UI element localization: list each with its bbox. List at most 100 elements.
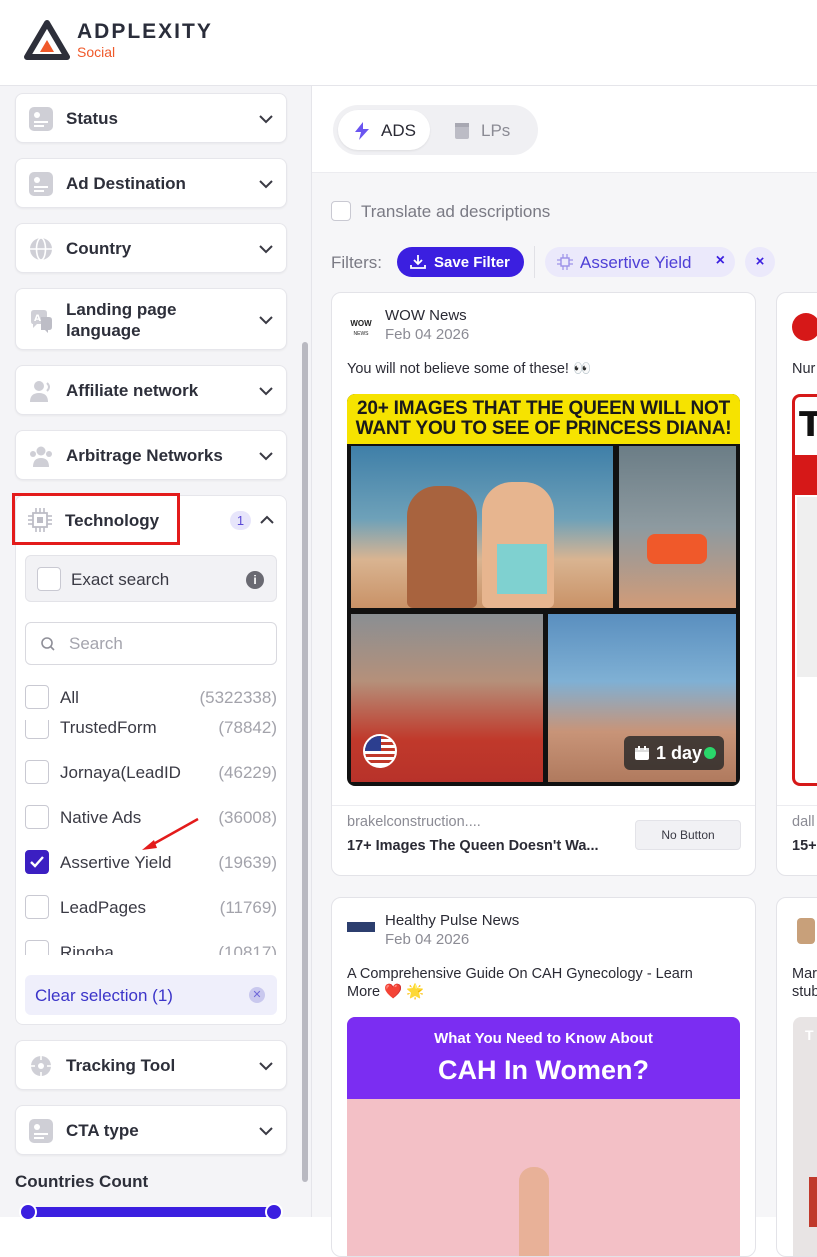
option-checkbox[interactable] — [25, 940, 49, 955]
highlight-box — [12, 493, 180, 545]
option-ringba[interactable]: Ringba (10817) — [25, 938, 277, 955]
advertiser-name[interactable]: WOW News — [385, 307, 467, 324]
ad-image[interactable]: T — [793, 1017, 817, 1256]
filter-landing-page-language[interactable]: A Landing page language — [15, 288, 287, 350]
chevron-down-icon[interactable] — [258, 241, 274, 257]
filter-status[interactable]: Status — [15, 93, 287, 143]
option-checkbox[interactable] — [25, 720, 49, 739]
filter-label: Status — [66, 109, 118, 128]
photo-figure — [407, 486, 477, 608]
active-filter-chip[interactable]: Assertive Yield × — [545, 247, 735, 277]
ad-age: 1 day — [656, 743, 703, 763]
countries-count-slider[interactable] — [22, 1207, 278, 1217]
image-shape — [809, 1177, 817, 1227]
ad-card-partial[interactable]: Mar stub T — [776, 897, 817, 1257]
search-placeholder: Search — [69, 634, 123, 653]
option-jornaya[interactable]: Jornaya(LeadID (46229) — [25, 758, 277, 788]
ad-image[interactable]: T — [792, 394, 817, 786]
ad-card[interactable]: Healthy Pulse News Feb 04 2026 A Compreh… — [331, 897, 756, 1257]
info-icon[interactable]: i — [246, 571, 264, 589]
option-label: Assertive Yield — [60, 853, 172, 872]
filter-ad-destination[interactable]: Ad Destination — [15, 158, 287, 208]
ad-description: Nur — [792, 361, 816, 377]
filter-cta-type[interactable]: CTA type — [15, 1105, 287, 1155]
chevron-down-icon[interactable] — [258, 383, 274, 399]
image-headline-line2: CAH In Women? — [438, 1055, 649, 1085]
download-icon — [410, 255, 426, 269]
option-checkbox[interactable] — [25, 760, 49, 784]
advertiser-name[interactable]: Healthy Pulse News — [385, 912, 519, 929]
filter-tracking-tool[interactable]: Tracking Tool — [15, 1040, 287, 1090]
chevron-down-icon[interactable] — [258, 111, 274, 127]
filters-label: Filters: — [331, 253, 382, 272]
exact-search-checkbox[interactable] — [37, 567, 61, 591]
filter-label: Landing page language — [66, 300, 177, 340]
countries-count-title: Countries Count — [15, 1172, 149, 1191]
photo-swimsuit — [497, 544, 547, 594]
option-all[interactable]: All (5322338) — [25, 683, 277, 713]
option-count: (5322338) — [199, 688, 277, 707]
clear-all-filters-button[interactable]: × — [745, 247, 775, 277]
chevron-down-icon[interactable] — [258, 312, 274, 328]
chevron-down-icon[interactable] — [258, 1058, 274, 1074]
option-checkbox[interactable] — [25, 685, 49, 709]
advertiser-avatar — [797, 918, 815, 944]
ad-domain[interactable]: dall — [792, 814, 815, 830]
option-count: (36008) — [218, 808, 277, 827]
filter-arbitrage-networks[interactable]: Arbitrage Networks — [15, 430, 287, 480]
option-label: All — [60, 688, 79, 707]
option-label: TrustedForm — [60, 720, 157, 737]
chevron-down-icon[interactable] — [258, 448, 274, 464]
tab-ads[interactable]: ADS — [338, 110, 430, 150]
option-checkbox[interactable] — [25, 895, 49, 919]
tab-label: LPs — [481, 121, 511, 140]
exact-search-toggle[interactable]: Exact search i — [25, 555, 277, 602]
image-headline-line1: What You Need to Know About — [434, 1030, 653, 1047]
option-checkbox[interactable] — [25, 805, 49, 829]
filter-country[interactable]: Country — [15, 223, 287, 273]
save-filter-label: Save Filter — [434, 254, 510, 271]
clear-selection-button[interactable]: Clear selection (1) ✕ — [25, 975, 277, 1015]
us-flag-icon — [363, 734, 397, 768]
option-label: LeadPages — [60, 898, 147, 917]
filter-affiliate-network[interactable]: Affiliate network — [15, 365, 287, 415]
filter-label: CTA type — [66, 1121, 139, 1140]
close-icon[interactable]: ✕ — [249, 987, 265, 1003]
photo-hand — [519, 1167, 549, 1256]
main-area: ADS LPs Translate ad descriptions Filter… — [312, 86, 817, 1257]
filter-label: Affiliate network — [66, 381, 199, 400]
ad-card-partial[interactable]: Nur T dall 15+ — [776, 292, 817, 876]
divider — [312, 172, 817, 173]
technology-search-input[interactable]: Search — [25, 622, 277, 665]
tab-lps[interactable]: LPs — [438, 110, 533, 150]
advertiser-avatar: WOW NEWS — [347, 313, 375, 341]
ad-description: You will not believe some of these! 👀 — [347, 361, 592, 377]
image-headline: 20+ IMAGES THAT THE QUEEN WILL NOT WANT … — [347, 394, 740, 444]
chevron-down-icon[interactable] — [258, 176, 274, 192]
bolt-icon — [355, 122, 369, 140]
ad-domain[interactable]: brakelconstruction.... — [347, 814, 481, 830]
translate-checkbox[interactable] — [331, 201, 351, 221]
chevron-up-icon[interactable] — [259, 512, 275, 528]
divider — [777, 805, 817, 806]
ad-card[interactable]: WOW NEWS WOW News Feb 04 2026 You will no… — [331, 292, 756, 876]
option-leadpages[interactable]: LeadPages (11769) — [25, 893, 277, 923]
red-arrow-annotation — [142, 817, 199, 850]
ad-date: Feb 04 2026 — [385, 326, 470, 343]
status-icon — [29, 107, 53, 131]
advertiser-avatar — [347, 922, 375, 932]
adplexity-logo-icon — [24, 20, 70, 60]
remove-filter-icon[interactable]: × — [716, 252, 725, 270]
option-label: Native Ads — [60, 808, 142, 827]
save-filter-button[interactable]: Save Filter — [397, 247, 524, 277]
option-count: (19639) — [218, 853, 277, 872]
option-trustedform[interactable]: TrustedForm (78842) — [25, 720, 277, 743]
ad-image[interactable]: 20+ IMAGES THAT THE QUEEN WILL NOT WANT … — [347, 394, 740, 786]
cta-icon — [29, 1119, 53, 1143]
slider-handle-min[interactable] — [19, 1203, 37, 1221]
slider-handle-max[interactable] — [265, 1203, 283, 1221]
ad-image[interactable]: What You Need to Know About CAH In Women… — [347, 1017, 740, 1256]
page-icon — [455, 123, 469, 139]
option-checkbox-checked[interactable] — [25, 850, 49, 874]
chevron-down-icon[interactable] — [258, 1123, 274, 1139]
